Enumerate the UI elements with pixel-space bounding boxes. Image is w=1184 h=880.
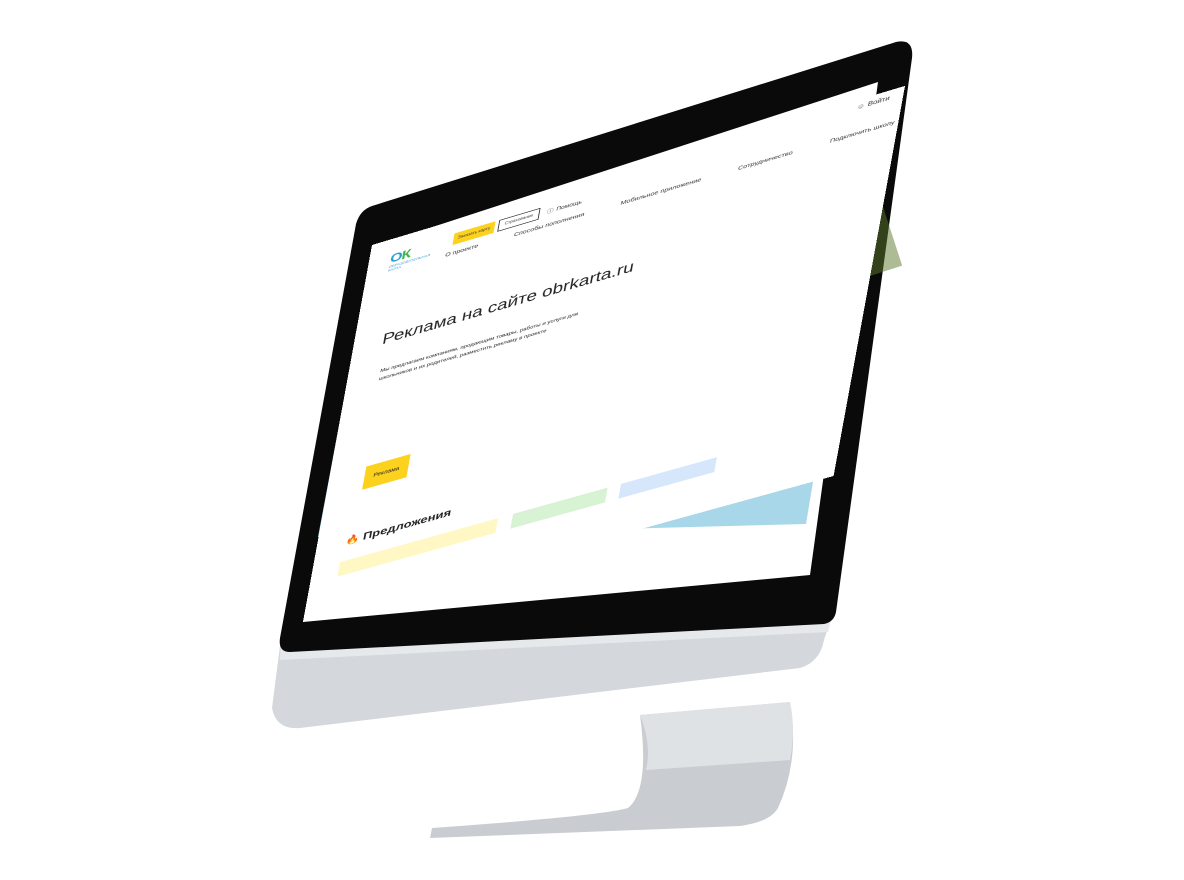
advertising-button[interactable]: Реклама [362, 453, 411, 490]
flame-icon: 🔥 [344, 532, 361, 547]
offer-card[interactable] [618, 457, 717, 499]
offer-card[interactable] [337, 518, 499, 577]
help-label: Помощь [555, 199, 583, 212]
user-icon: ☺ [856, 101, 866, 112]
login-label: Войти [867, 94, 891, 108]
help-icon: ⓘ [546, 208, 554, 216]
nav-item-about[interactable]: О проекте [445, 242, 479, 258]
offer-card[interactable] [510, 487, 608, 529]
